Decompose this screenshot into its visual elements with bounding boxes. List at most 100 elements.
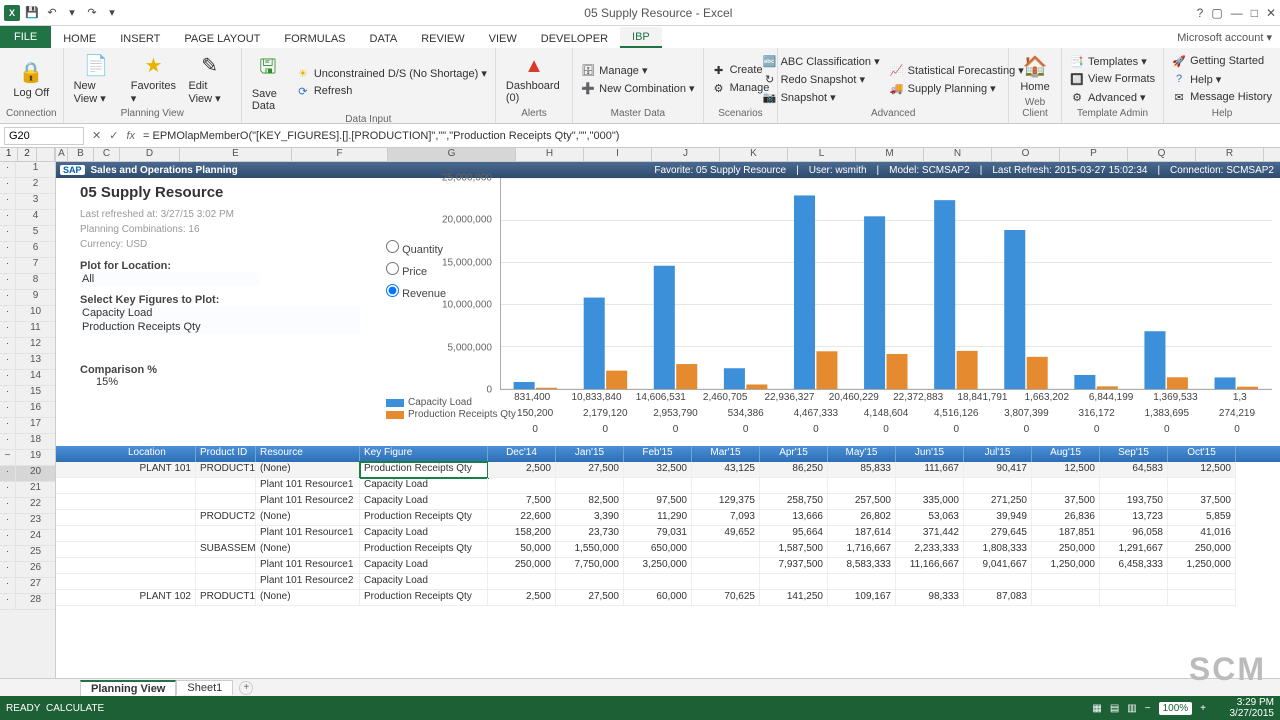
snapshot-button[interactable]: 📷Snapshot ▾: [761, 89, 882, 105]
redosnap-button[interactable]: ↻Redo Snapshot ▾: [761, 71, 882, 87]
table-row[interactable]: SUBASSEMBLY(None)Production Receipts Qty…: [56, 542, 1280, 558]
name-box[interactable]: [4, 127, 84, 145]
table-row[interactable]: PLANT 101PRODUCT1(None)Production Receip…: [56, 462, 1280, 478]
refresh-button[interactable]: ⟳Refresh: [294, 83, 489, 99]
sheet-tab-sheet1[interactable]: Sheet1: [176, 680, 233, 695]
account-link[interactable]: Microsoft account ▾: [1169, 27, 1280, 48]
row-16[interactable]: ·16: [0, 402, 55, 418]
col-C[interactable]: C: [94, 148, 120, 161]
col-F[interactable]: F: [292, 148, 388, 161]
favorites-button[interactable]: ★Favorites ▾: [128, 51, 178, 107]
zoom-out[interactable]: −: [1145, 703, 1151, 714]
tab-review[interactable]: REVIEW: [409, 29, 476, 48]
row-13[interactable]: ·13: [0, 354, 55, 370]
msghist-button[interactable]: ✉Message History: [1170, 89, 1274, 105]
dashboard-button[interactable]: ▲Dashboard (0): [502, 53, 566, 106]
enter-icon[interactable]: ✓: [105, 129, 122, 142]
help-button[interactable]: ?Help ▾: [1170, 71, 1274, 87]
tadv-button[interactable]: ⚙Advanced ▾: [1068, 89, 1157, 105]
row-5[interactable]: ·5: [0, 226, 55, 242]
row-1[interactable]: ·1: [0, 162, 55, 178]
tab-insert[interactable]: INSERT: [108, 29, 172, 48]
outline-controls[interactable]: 12: [0, 148, 55, 162]
tab-ibp[interactable]: IBP: [620, 27, 662, 48]
undo-icon[interactable]: ↶: [44, 5, 60, 21]
add-sheet-button[interactable]: +: [239, 681, 253, 695]
close-icon[interactable]: ✕: [1266, 6, 1276, 20]
col-P[interactable]: P: [1060, 148, 1128, 161]
tab-formulas[interactable]: FORMULAS: [272, 29, 357, 48]
row-10[interactable]: ·10: [0, 306, 55, 322]
row-3[interactable]: ·3: [0, 194, 55, 210]
row-9[interactable]: ·9: [0, 290, 55, 306]
col-R[interactable]: R: [1196, 148, 1264, 161]
home-button[interactable]: 🏠Home: [1015, 52, 1055, 95]
row-2[interactable]: ·2: [0, 178, 55, 194]
col-I[interactable]: I: [584, 148, 652, 161]
row-23[interactable]: ·23: [0, 514, 55, 530]
tab-view[interactable]: VIEW: [477, 29, 529, 48]
row-4[interactable]: ·4: [0, 210, 55, 226]
templates-button[interactable]: 📑Templates ▾: [1068, 53, 1157, 69]
simulate-button[interactable]: ☀Unconstrained D/S (No Shortage) ▾: [294, 65, 489, 81]
kf2[interactable]: Production Receipts Qty: [80, 320, 360, 334]
logoff-button[interactable]: 🔒Log Off: [9, 58, 53, 101]
row-25[interactable]: ·25: [0, 546, 55, 562]
kf1[interactable]: Capacity Load: [80, 306, 360, 320]
zoom-level[interactable]: 100%: [1159, 702, 1193, 715]
redo-icon[interactable]: ↷: [84, 5, 100, 21]
plotloc-value[interactable]: All: [80, 272, 260, 286]
ribbon-collapse-icon[interactable]: ▢: [1211, 6, 1222, 20]
row-14[interactable]: ·14: [0, 370, 55, 386]
col-M[interactable]: M: [856, 148, 924, 161]
row-20[interactable]: ·20: [0, 466, 55, 482]
row-12[interactable]: ·12: [0, 338, 55, 354]
view-pagebreak-icon[interactable]: ▥: [1127, 703, 1136, 714]
savedata-button[interactable]: 🖫Save Data: [248, 50, 288, 114]
table-row[interactable]: Plant 101 Resource1Capacity Load: [56, 478, 1280, 494]
statfc-button[interactable]: 📈Statistical Forecasting ▾: [888, 62, 1026, 78]
abc-button[interactable]: 🔤ABC Classification ▾: [761, 53, 882, 69]
row-8[interactable]: ·8: [0, 274, 55, 290]
row-7[interactable]: ·7: [0, 258, 55, 274]
redo-dd-icon[interactable]: ▾: [104, 5, 120, 21]
newcombo-button[interactable]: ➕New Combination ▾: [579, 80, 696, 96]
row-11[interactable]: ·11: [0, 322, 55, 338]
gs-button[interactable]: 🚀Getting Started: [1170, 53, 1274, 69]
col-O[interactable]: O: [992, 148, 1060, 161]
minimize-icon[interactable]: —: [1231, 6, 1243, 20]
table-row[interactable]: PLANT 102PRODUCT1(None)Production Receip…: [56, 590, 1280, 606]
table-row[interactable]: Plant 101 Resource1Capacity Load250,0007…: [56, 558, 1280, 574]
grid-body[interactable]: SAP Sales and Operations Planning Favori…: [56, 162, 1280, 678]
row-24[interactable]: ·24: [0, 530, 55, 546]
editview-button[interactable]: ✎Edit View ▾: [184, 51, 234, 107]
help-icon[interactable]: ?: [1197, 6, 1204, 20]
row-22[interactable]: ·22: [0, 498, 55, 514]
col-H[interactable]: H: [516, 148, 584, 161]
col-L[interactable]: L: [788, 148, 856, 161]
tab-file[interactable]: FILE: [0, 26, 51, 48]
row-27[interactable]: ·27: [0, 578, 55, 594]
col-E[interactable]: E: [180, 148, 292, 161]
row-26[interactable]: ·26: [0, 562, 55, 578]
view-normal-icon[interactable]: ▦: [1092, 703, 1101, 714]
col-A[interactable]: A: [56, 148, 68, 161]
row-15[interactable]: ·15: [0, 386, 55, 402]
viewformats-button[interactable]: 🔲View Formats: [1068, 71, 1157, 87]
newview-button[interactable]: 📄New View ▾: [70, 51, 123, 107]
col-N[interactable]: N: [924, 148, 992, 161]
formula-input[interactable]: = EPMOlapMemberO("[KEY_FIGURES].[].[PROD…: [139, 128, 1280, 144]
col-B[interactable]: B: [68, 148, 94, 161]
row-17[interactable]: ·17: [0, 418, 55, 434]
col-D[interactable]: D: [120, 148, 180, 161]
fx-icon[interactable]: fx: [122, 130, 139, 142]
maximize-icon[interactable]: □: [1251, 6, 1258, 20]
cancel-icon[interactable]: ✕: [88, 129, 105, 142]
sheet-tab-planningview[interactable]: Planning View: [80, 680, 176, 696]
comp-value[interactable]: 15%: [80, 376, 380, 388]
col-K[interactable]: K: [720, 148, 788, 161]
zoom-in[interactable]: +: [1200, 703, 1206, 714]
tab-pagelayout[interactable]: PAGE LAYOUT: [172, 29, 272, 48]
tab-developer[interactable]: DEVELOPER: [529, 29, 620, 48]
row-28[interactable]: ·28: [0, 594, 55, 610]
